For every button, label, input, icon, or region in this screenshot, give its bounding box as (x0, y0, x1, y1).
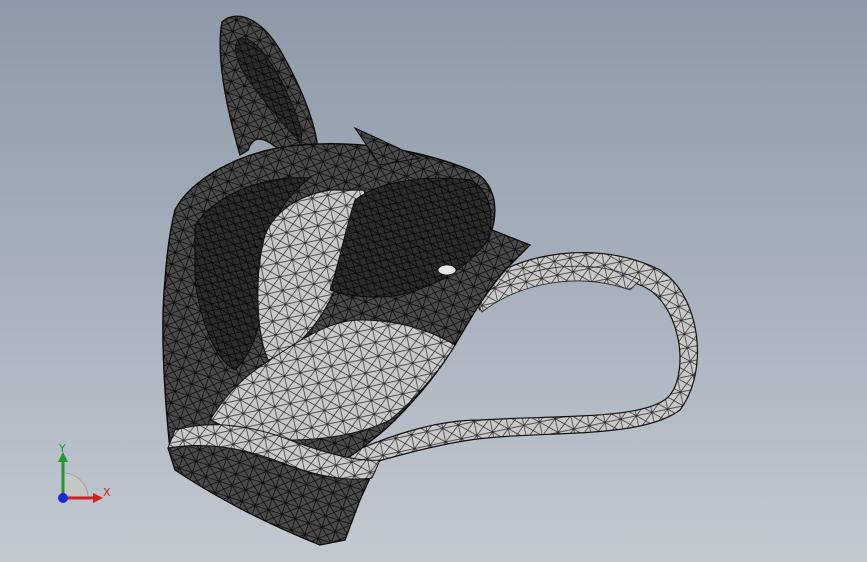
triad-xy-plane (62, 472, 89, 499)
y-axis-label: Y (59, 442, 66, 455)
mesh-small-hole (437, 264, 457, 276)
z-axis-dot (58, 493, 68, 503)
mesh-model[interactable] (0, 0, 867, 562)
x-axis-label: X (103, 486, 111, 499)
graphics-viewport[interactable]: Y X (0, 0, 867, 562)
